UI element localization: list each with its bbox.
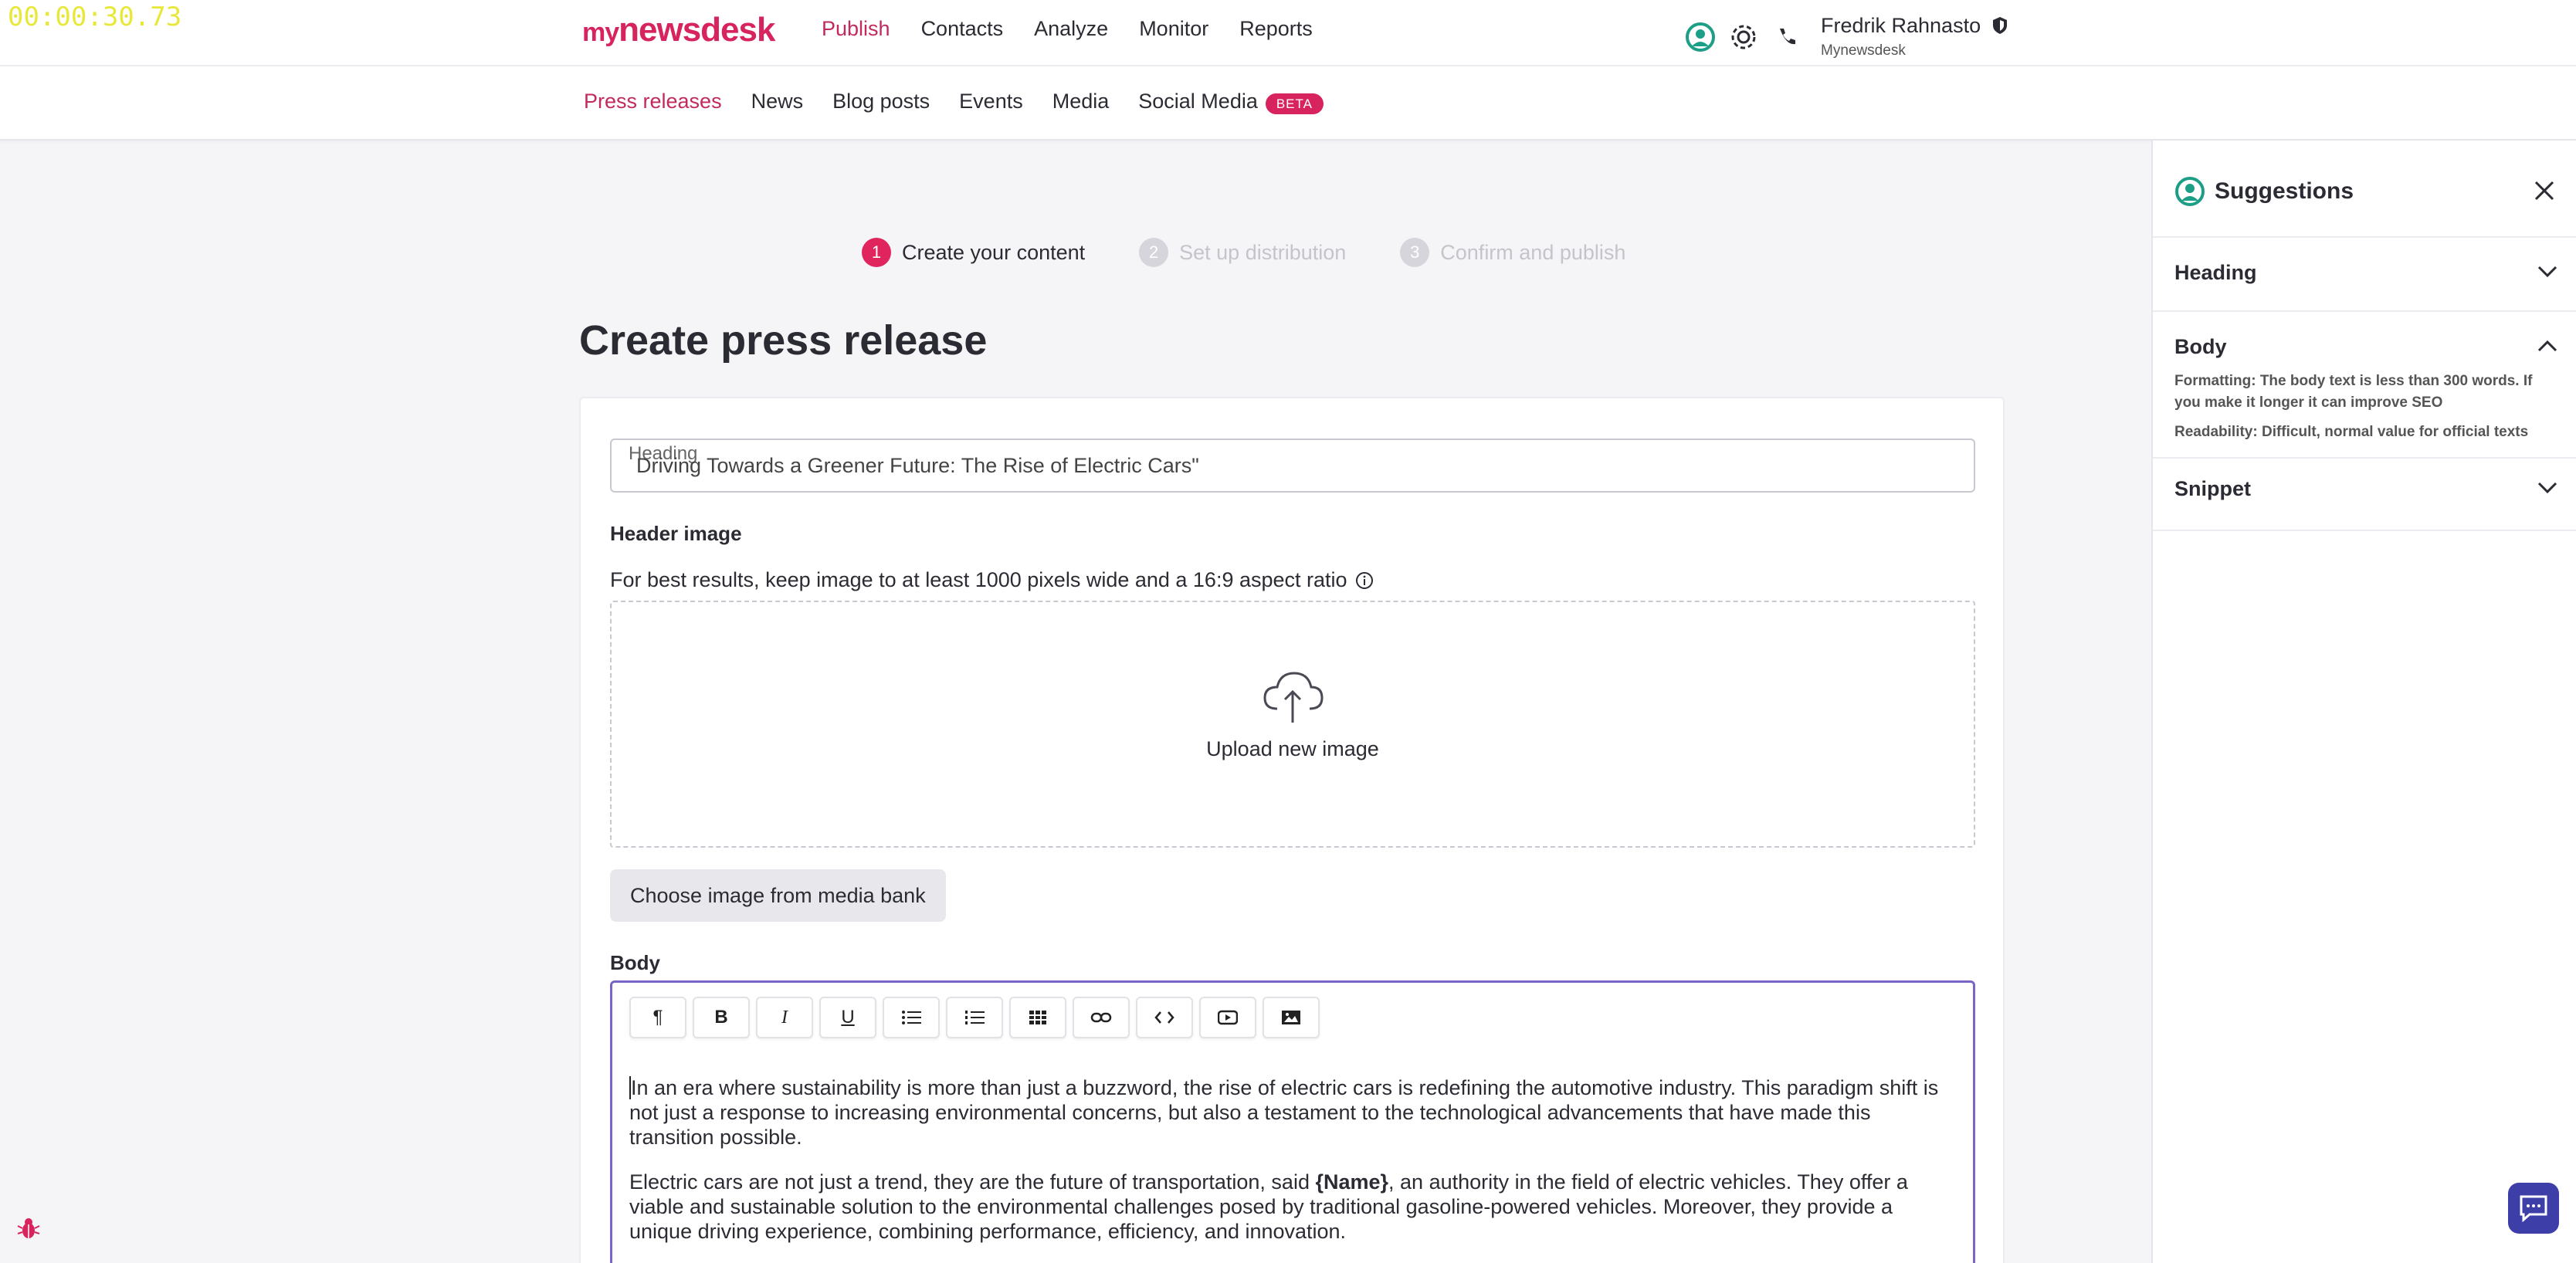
accordion-title: Heading bbox=[2174, 261, 2257, 284]
user-organization: Mynewsdesk bbox=[1821, 42, 1906, 59]
chat-support-button[interactable] bbox=[2508, 1183, 2559, 1234]
step-set-up-distribution: 2 Set up distribution bbox=[1139, 238, 1346, 267]
step-number: 3 bbox=[1400, 238, 1430, 267]
code-icon[interactable] bbox=[1136, 997, 1193, 1038]
numbered-list-icon[interactable] bbox=[946, 997, 1003, 1038]
shield-icon bbox=[1992, 17, 2007, 34]
upload-new-image-label[interactable]: Upload new image bbox=[612, 737, 1974, 761]
step-confirm-publish: 3 Confirm and publish bbox=[1400, 238, 1625, 267]
user-name: Fredrik Rahnasto bbox=[1821, 14, 1981, 37]
choose-from-media-bank-button[interactable]: Choose image from media bank bbox=[610, 869, 946, 922]
name-placeholder: {Name} bbox=[1315, 1170, 1389, 1194]
nav-monitor[interactable]: Monitor bbox=[1139, 17, 1208, 41]
close-icon[interactable] bbox=[2531, 178, 2557, 204]
cloud-upload-icon bbox=[1263, 672, 1324, 723]
image-icon[interactable] bbox=[1263, 997, 1320, 1038]
recording-timer: 00:00:30.73 bbox=[8, 2, 182, 32]
accordion-heading[interactable]: Heading bbox=[2153, 236, 2576, 310]
step-label: Confirm and publish bbox=[1440, 240, 1626, 264]
body-editor[interactable]: ¶ B I U In an era where sustainability i… bbox=[610, 980, 1975, 1263]
body-label: Body bbox=[610, 951, 660, 974]
readability-suggestion: Readability: Difficult, normal value for… bbox=[2174, 424, 2529, 440]
body-paragraph: In an era where sustainability is more t… bbox=[629, 1076, 1939, 1149]
nav-publish[interactable]: Publish bbox=[822, 17, 890, 41]
body-paragraph: Electric cars are not just a trend, they… bbox=[629, 1170, 1908, 1243]
tab-media[interactable]: Media bbox=[1052, 90, 1110, 113]
heading-input-value: Driving Towards a Greener Future: The Ri… bbox=[636, 454, 1199, 477]
assistant-icon bbox=[2175, 177, 2205, 206]
table-icon[interactable] bbox=[1009, 997, 1066, 1038]
step-label: Create your content bbox=[902, 240, 1086, 264]
suggestions-header: Suggestions bbox=[2174, 176, 2354, 207]
publish-subnav: Press releases News Blog posts Events Me… bbox=[0, 66, 2576, 141]
step-label: Set up distribution bbox=[1179, 240, 1347, 264]
user-menu[interactable]: Fredrik Rahnasto Mynewsdesk bbox=[1821, 14, 2008, 59]
step-number: 2 bbox=[1139, 238, 1169, 267]
tab-social-media[interactable]: Social Media BETA bbox=[1138, 90, 1324, 114]
bug-report-icon[interactable] bbox=[15, 1215, 42, 1241]
chevron-up-icon bbox=[2537, 340, 2557, 352]
accordion-body[interactable]: Body Formatting: The body text is less t… bbox=[2153, 310, 2576, 455]
tab-news[interactable]: News bbox=[751, 90, 804, 113]
phone-icon[interactable] bbox=[1770, 20, 1804, 54]
step-number: 1 bbox=[862, 238, 891, 267]
formatting-suggestion: Formatting: The body text is less than 3… bbox=[2174, 373, 2533, 411]
tab-events[interactable]: Events bbox=[959, 90, 1023, 113]
italic-icon[interactable]: I bbox=[756, 997, 813, 1038]
top-navigation-bar: mynewsdesk Publish Contacts Analyze Moni… bbox=[0, 0, 2576, 66]
main-nav: Publish Contacts Analyze Monitor Reports bbox=[822, 17, 1313, 41]
tab-blog-posts[interactable]: Blog posts bbox=[832, 90, 930, 113]
nav-contacts[interactable]: Contacts bbox=[921, 17, 1004, 41]
chat-icon bbox=[2520, 1195, 2547, 1222]
editor-toolbar: ¶ B I U bbox=[629, 997, 1320, 1038]
video-icon[interactable] bbox=[1199, 997, 1256, 1038]
accordion-snippet[interactable]: Snippet bbox=[2153, 457, 2576, 531]
body-editor-content[interactable]: In an era where sustainability is more t… bbox=[629, 1075, 1957, 1263]
nav-reports[interactable]: Reports bbox=[1239, 17, 1313, 41]
step-create-content: 1 Create your content bbox=[862, 238, 1085, 267]
top-right-controls: Fredrik Rahnasto Mynewsdesk bbox=[1683, 14, 2008, 59]
accordion-title: Body bbox=[2174, 335, 2227, 358]
header-image-hint: For best results, keep image to at least… bbox=[610, 568, 1374, 592]
chevron-down-icon bbox=[2537, 266, 2557, 278]
bullet-list-icon[interactable] bbox=[883, 997, 940, 1038]
heading-input[interactable]: Heading Driving Towards a Greener Future… bbox=[610, 438, 1975, 493]
chevron-down-icon bbox=[2537, 482, 2557, 494]
settings-gear-icon[interactable] bbox=[1727, 20, 1761, 54]
body-suggestions: Formatting: The body text is less than 3… bbox=[2174, 371, 2561, 448]
mynewsdesk-logo[interactable]: mynewsdesk bbox=[582, 11, 775, 49]
header-image-label: Header image bbox=[610, 522, 742, 545]
link-icon[interactable] bbox=[1073, 997, 1130, 1038]
suggestions-panel: Suggestions Heading Body Formatting: The… bbox=[2151, 141, 2576, 1263]
assistant-icon[interactable] bbox=[1683, 20, 1717, 54]
info-icon[interactable] bbox=[1355, 571, 1374, 590]
progress-steps: 1 Create your content 2 Set up distribut… bbox=[862, 238, 1625, 267]
accordion-title: Snippet bbox=[2174, 477, 2251, 500]
image-dropzone[interactable]: Upload new image bbox=[610, 601, 1975, 848]
bold-icon[interactable]: B bbox=[693, 997, 750, 1038]
tab-press-releases[interactable]: Press releases bbox=[584, 90, 722, 113]
underline-icon[interactable]: U bbox=[819, 997, 876, 1038]
suggestions-title: Suggestions bbox=[2215, 178, 2354, 204]
paragraph-icon[interactable]: ¶ bbox=[629, 997, 686, 1038]
press-release-form: Heading Driving Towards a Greener Future… bbox=[579, 397, 2005, 1263]
beta-badge: BETA bbox=[1265, 93, 1324, 114]
nav-analyze[interactable]: Analyze bbox=[1034, 17, 1108, 41]
page-title: Create press release bbox=[579, 317, 988, 364]
